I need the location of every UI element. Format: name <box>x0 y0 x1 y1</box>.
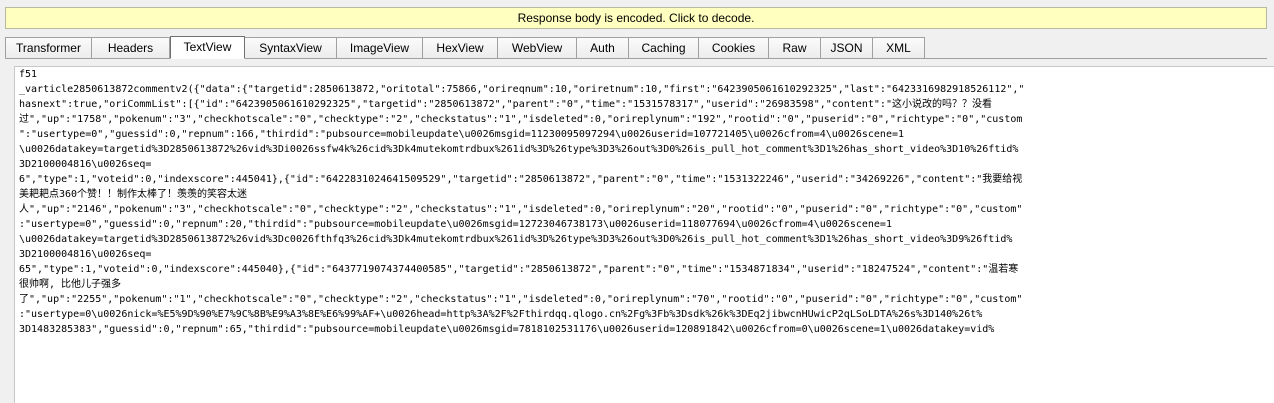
tab-headers[interactable]: Headers <box>92 37 170 58</box>
response-text-line: 人","up":"2146","pokenum":"3","checkhotsc… <box>19 204 1023 215</box>
response-text-line: 3D2100004816\u0026seq= <box>19 249 152 260</box>
response-text-line: 美耙耙点360个赞！！制作太棒了！羡羡的笑容太迷 <box>19 189 248 200</box>
tab-raw[interactable]: Raw <box>769 37 821 58</box>
tab-syntaxview[interactable]: SyntaxView <box>245 37 337 58</box>
response-text-line: 过","up":"1758","pokenum":"3","checkhotsc… <box>19 114 1023 125</box>
response-text-line: \u0026datakey=targetid%3D2850613872%26vi… <box>19 234 1013 245</box>
decode-banner[interactable]: Response body is encoded. Click to decod… <box>5 7 1267 29</box>
response-text-line: 3D2100004816\u0026seq= <box>19 159 152 170</box>
inspector-tab-bar: Transformer Headers TextView SyntaxView Imag… <box>5 35 1267 59</box>
tab-webview[interactable]: WebView <box>498 37 577 58</box>
response-text-line: :"usertype=0\u0026nick=%E5%9D%90%E7%9C%8… <box>19 309 983 320</box>
response-text-view[interactable]: f51 _varticle2850613872commentv2({"data":… <box>14 66 1274 403</box>
response-text-line: 6","type":1,"voteid":0,"indexscore":4450… <box>19 174 1023 185</box>
response-text-line: :"usertype=0","guessid":0,"repnum":20,"t… <box>19 219 892 230</box>
response-text-line: 65","type":1,"voteid":0,"indexscore":445… <box>19 264 1019 275</box>
tab-imageview[interactable]: ImageView <box>337 37 423 58</box>
tab-caching[interactable]: Caching <box>629 37 699 58</box>
tab-textview[interactable]: TextView <box>170 36 245 59</box>
response-text-line: f51 <box>19 69 38 80</box>
tab-transformer[interactable]: Transformer <box>5 37 92 58</box>
response-text-line: \u0026datakey=targetid%3D2850613872%26vi… <box>19 144 1019 155</box>
response-text-line: 3D1483285383","guessid":0,"repnum":65,"t… <box>19 324 995 335</box>
tab-auth[interactable]: Auth <box>577 37 629 58</box>
response-text-line: hasnext":true,"oriCommList":[{"id":"6423… <box>19 99 992 110</box>
tab-xml[interactable]: XML <box>873 37 925 58</box>
tab-hexview[interactable]: HexView <box>423 37 498 58</box>
response-text-line: _varticle2850613872commentv2({"data":{"t… <box>19 84 1025 95</box>
tab-cookies[interactable]: Cookies <box>699 37 769 58</box>
response-text-line: 很帅啊, 比他儿子强多 <box>19 279 122 290</box>
response-text-line: ":"usertype=0","guessid":0,"repnum":166,… <box>19 129 905 140</box>
response-text-line: 了","up":"2255","pokenum":"1","checkhotsc… <box>19 294 1023 305</box>
tab-json[interactable]: JSON <box>821 37 873 58</box>
